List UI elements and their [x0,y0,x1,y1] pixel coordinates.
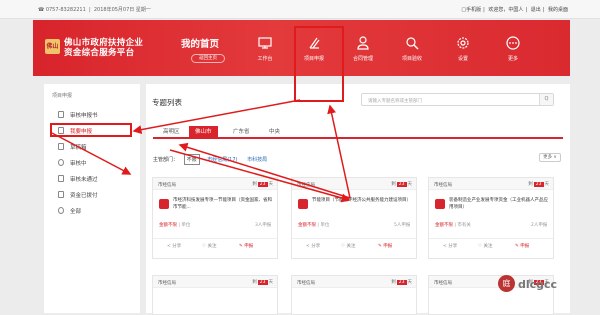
arrow-nav-to-card-1 [178,142,351,199]
arrow-card-1-to-card-2 [169,149,351,203]
annotation-arrows [51,99,351,203]
arrow-sidebar-to-card [51,132,132,175]
arrow-nav-to-card-2 [327,104,351,199]
watermark-text: dlcgcc [518,278,558,291]
arrow-nav-to-sidebar [132,99,301,135]
watermark-logo-icon: 庭 [498,275,515,292]
